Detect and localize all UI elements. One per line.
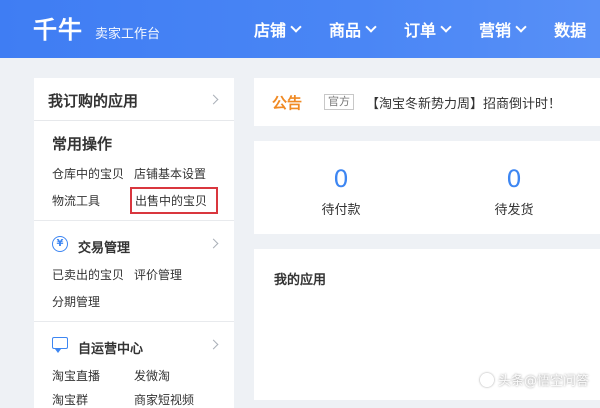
nav-goods[interactable]: 商品 xyxy=(329,17,377,41)
pending-shipment-label: 待发货 xyxy=(494,203,534,218)
top-header: 千牛 卖家工作台 店铺 商品 订单 营销 数据 xyxy=(0,0,600,58)
link-shop-settings[interactable]: 店铺基本设置 xyxy=(134,165,206,182)
link-review-management[interactable]: 评价管理 xyxy=(134,266,182,283)
link-post-weitao[interactable]: 发微淘 xyxy=(134,367,170,384)
common-ops-title: 常用操作 xyxy=(52,135,113,153)
sidebar-title: 我订购的应用 xyxy=(48,92,139,110)
chat-icon xyxy=(52,337,68,353)
watermark-text: 头条@悟空问答 xyxy=(498,374,590,389)
pending-shipment-count[interactable]: 0 xyxy=(474,165,554,193)
link-logistics-tools[interactable]: 物流工具 xyxy=(52,192,100,209)
main-nav: 店铺 商品 订单 营销 数据 xyxy=(254,0,600,58)
chevron-down-icon xyxy=(515,21,527,33)
chevron-down-icon xyxy=(365,21,377,33)
nav-marketing[interactable]: 营销 xyxy=(479,17,527,41)
watermark: 头条@悟空问答 xyxy=(480,370,589,389)
nav-data-label: 数据 xyxy=(554,21,587,40)
nav-shop-label: 店铺 xyxy=(254,21,287,40)
my-apps-title: 我的应用 xyxy=(274,273,327,288)
nav-data[interactable]: 数据 xyxy=(554,17,586,41)
app-subtitle: 卖家工作台 xyxy=(95,27,161,42)
subscribed-apps-sidebar: 我订购的应用 常用操作 仓库中的宝贝 店铺基本设置 物流工具 出售中的宝贝 ¥ … xyxy=(34,78,234,408)
divider xyxy=(34,321,234,322)
chevron-right-icon[interactable] xyxy=(208,339,219,350)
link-sold-items[interactable]: 已卖出的宝贝 xyxy=(52,266,124,283)
chevron-down-icon xyxy=(290,21,302,33)
yen-icon: ¥ xyxy=(52,236,68,252)
link-warehouse-items[interactable]: 仓库中的宝贝 xyxy=(52,165,124,182)
pending-payment-label: 待付款 xyxy=(321,203,361,218)
watermark-logo-icon xyxy=(480,372,494,387)
sidebar-header[interactable]: 我订购的应用 xyxy=(34,78,234,121)
self-operation-center-title[interactable]: 自运营中心 xyxy=(78,338,143,357)
app-logo[interactable]: 千牛 xyxy=(33,10,83,45)
link-taobao-live[interactable]: 淘宝直播 xyxy=(52,367,100,384)
link-installment-management[interactable]: 分期管理 xyxy=(52,293,100,310)
chevron-down-icon xyxy=(440,21,452,33)
nav-shop[interactable]: 店铺 xyxy=(254,17,302,41)
nav-orders[interactable]: 订单 xyxy=(404,17,452,41)
trade-management-title[interactable]: 交易管理 xyxy=(78,237,130,256)
order-stats-panel: 0 待付款 0 待发货 xyxy=(254,141,600,234)
nav-marketing-label: 营销 xyxy=(479,21,512,40)
chevron-right-icon xyxy=(208,94,219,105)
notice-text[interactable]: 【淘宝冬新势力周】招商倒计时！ xyxy=(366,93,561,112)
notice-panel: 公告 官方 【淘宝冬新势力周】招商倒计时！ xyxy=(254,78,600,126)
nav-orders-label: 订单 xyxy=(404,21,437,40)
link-items-on-sale[interactable]: 出售中的宝贝 xyxy=(135,192,207,209)
nav-goods-label: 商品 xyxy=(329,21,362,40)
chevron-right-icon[interactable] xyxy=(208,238,219,249)
notice-title: 公告 xyxy=(272,94,303,112)
pending-payment-count[interactable]: 0 xyxy=(301,165,381,193)
official-badge: 官方 xyxy=(324,94,354,110)
divider xyxy=(34,220,234,221)
